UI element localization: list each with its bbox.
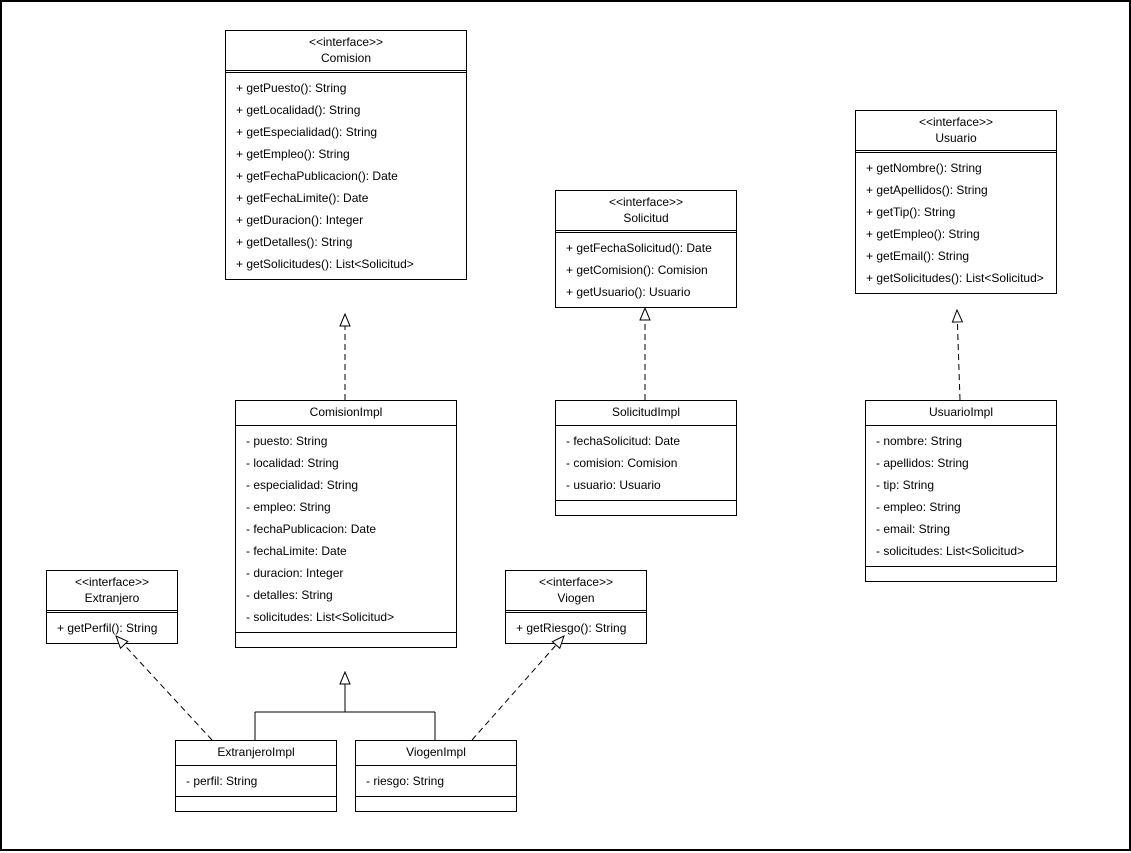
member: + getPuesto(): String xyxy=(226,77,466,99)
member: + getRiesgo(): String xyxy=(506,617,646,639)
stereotype: <<interface>> xyxy=(864,115,1048,131)
class-body: + getNombre(): String + getApellidos(): … xyxy=(856,153,1056,293)
class-name: Solicitud xyxy=(623,211,668,225)
member: + getDuracion(): Integer xyxy=(226,209,466,231)
member: + getComision(): Comision xyxy=(556,259,736,281)
class-name: ExtranjeroImpl xyxy=(217,745,294,759)
member: + getNombre(): String xyxy=(856,157,1056,179)
class-header: SolicitudImpl xyxy=(556,401,736,426)
class-name: ViogenImpl xyxy=(406,745,466,759)
class-header: ComisionImpl xyxy=(236,401,456,426)
class-usuario: <<interface>> Usuario + getNombre(): Str… xyxy=(855,110,1057,294)
member: - especialidad: String xyxy=(236,474,456,496)
member: + getUsuario(): Usuario xyxy=(556,281,736,303)
member: - nombre: String xyxy=(866,430,1056,452)
member: - comision: Comision xyxy=(556,452,736,474)
class-body: - perfil: String xyxy=(176,766,336,796)
class-header: <<interface>> Usuario xyxy=(856,111,1056,153)
class-name: Comision xyxy=(321,51,371,65)
class-name: Usuario xyxy=(935,131,976,145)
member: + getEmail(): String xyxy=(856,245,1056,267)
class-header: <<interface>> Extranjero xyxy=(47,571,177,613)
member: - tip: String xyxy=(866,474,1056,496)
member: + getEspecialidad(): String xyxy=(226,121,466,143)
stereotype: <<interface>> xyxy=(55,575,169,591)
member: - usuario: Usuario xyxy=(556,474,736,496)
member: + getApellidos(): String xyxy=(856,179,1056,201)
class-viogen: <<interface>> Viogen + getRiesgo(): Stri… xyxy=(505,570,647,644)
member: - perfil: String xyxy=(176,770,336,792)
member: - fechaPublicacion: Date xyxy=(236,518,456,540)
member: + getFechaLimite(): Date xyxy=(226,187,466,209)
class-name: SolicitudImpl xyxy=(612,405,680,419)
class-body: + getFechaSolicitud(): Date + getComisio… xyxy=(556,233,736,307)
class-solicitudimpl: SolicitudImpl - fechaSolicitud: Date - c… xyxy=(555,400,737,516)
class-usuarioimpl: UsuarioImpl - nombre: String - apellidos… xyxy=(865,400,1057,582)
uml-canvas: <<interface>> Comision + getPuesto(): St… xyxy=(0,0,1131,851)
member: - empleo: String xyxy=(866,496,1056,518)
member: - empleo: String xyxy=(236,496,456,518)
class-name: Extranjero xyxy=(85,591,140,605)
class-footer xyxy=(866,566,1056,581)
class-header: <<interface>> Solicitud xyxy=(556,191,736,233)
class-body: - fechaSolicitud: Date - comision: Comis… xyxy=(556,426,736,500)
class-body: + getPerfil(): String xyxy=(47,613,177,643)
class-viogenimpl: ViogenImpl - riesgo: String xyxy=(355,740,517,812)
member: - riesgo: String xyxy=(356,770,516,792)
class-comision: <<interface>> Comision + getPuesto(): St… xyxy=(225,30,467,280)
member: + getEmpleo(): String xyxy=(856,223,1056,245)
member: - email: String xyxy=(866,518,1056,540)
member: + getFechaSolicitud(): Date xyxy=(556,237,736,259)
class-body: - riesgo: String xyxy=(356,766,516,796)
class-solicitud: <<interface>> Solicitud + getFechaSolici… xyxy=(555,190,737,308)
member: + getTip(): String xyxy=(856,201,1056,223)
member: + getDetalles(): String xyxy=(226,231,466,253)
member: - solicitudes: List<Solicitud> xyxy=(236,606,456,628)
member: + getSolicitudes(): List<Solicitud> xyxy=(226,253,466,275)
class-footer xyxy=(176,796,336,811)
class-body: - nombre: String - apellidos: String - t… xyxy=(866,426,1056,566)
member: - duracion: Integer xyxy=(236,562,456,584)
class-footer xyxy=(236,632,456,647)
stereotype: <<interface>> xyxy=(564,195,728,211)
class-name: UsuarioImpl xyxy=(929,405,993,419)
class-body: + getPuesto(): String + getLocalidad(): … xyxy=(226,73,466,279)
class-body: - puesto: String - localidad: String - e… xyxy=(236,426,456,632)
stereotype: <<interface>> xyxy=(234,35,458,51)
class-header: <<interface>> Viogen xyxy=(506,571,646,613)
class-header: UsuarioImpl xyxy=(866,401,1056,426)
class-footer xyxy=(556,500,736,515)
member: - solicitudes: List<Solicitud> xyxy=(866,540,1056,562)
member: + getSolicitudes(): List<Solicitud> xyxy=(856,267,1056,289)
class-footer xyxy=(356,796,516,811)
member: - apellidos: String xyxy=(866,452,1056,474)
class-header: ViogenImpl xyxy=(356,741,516,766)
member: + getFechaPublicacion(): Date xyxy=(226,165,466,187)
class-extranjeroimpl: ExtranjeroImpl - perfil: String xyxy=(175,740,337,812)
member: - fechaSolicitud: Date xyxy=(556,430,736,452)
member: + getPerfil(): String xyxy=(47,617,177,639)
class-body: + getRiesgo(): String xyxy=(506,613,646,643)
member: + getLocalidad(): String xyxy=(226,99,466,121)
class-name: ComisionImpl xyxy=(310,405,383,419)
member: - detalles: String xyxy=(236,584,456,606)
class-extranjero: <<interface>> Extranjero + getPerfil(): … xyxy=(46,570,178,644)
class-comisionimpl: ComisionImpl - puesto: String - localida… xyxy=(235,400,457,648)
class-header: <<interface>> Comision xyxy=(226,31,466,73)
class-header: ExtranjeroImpl xyxy=(176,741,336,766)
member: - fechaLimite: Date xyxy=(236,540,456,562)
stereotype: <<interface>> xyxy=(514,575,638,591)
member: - puesto: String xyxy=(236,430,456,452)
member: - localidad: String xyxy=(236,452,456,474)
class-name: Viogen xyxy=(557,591,594,605)
member: + getEmpleo(): String xyxy=(226,143,466,165)
